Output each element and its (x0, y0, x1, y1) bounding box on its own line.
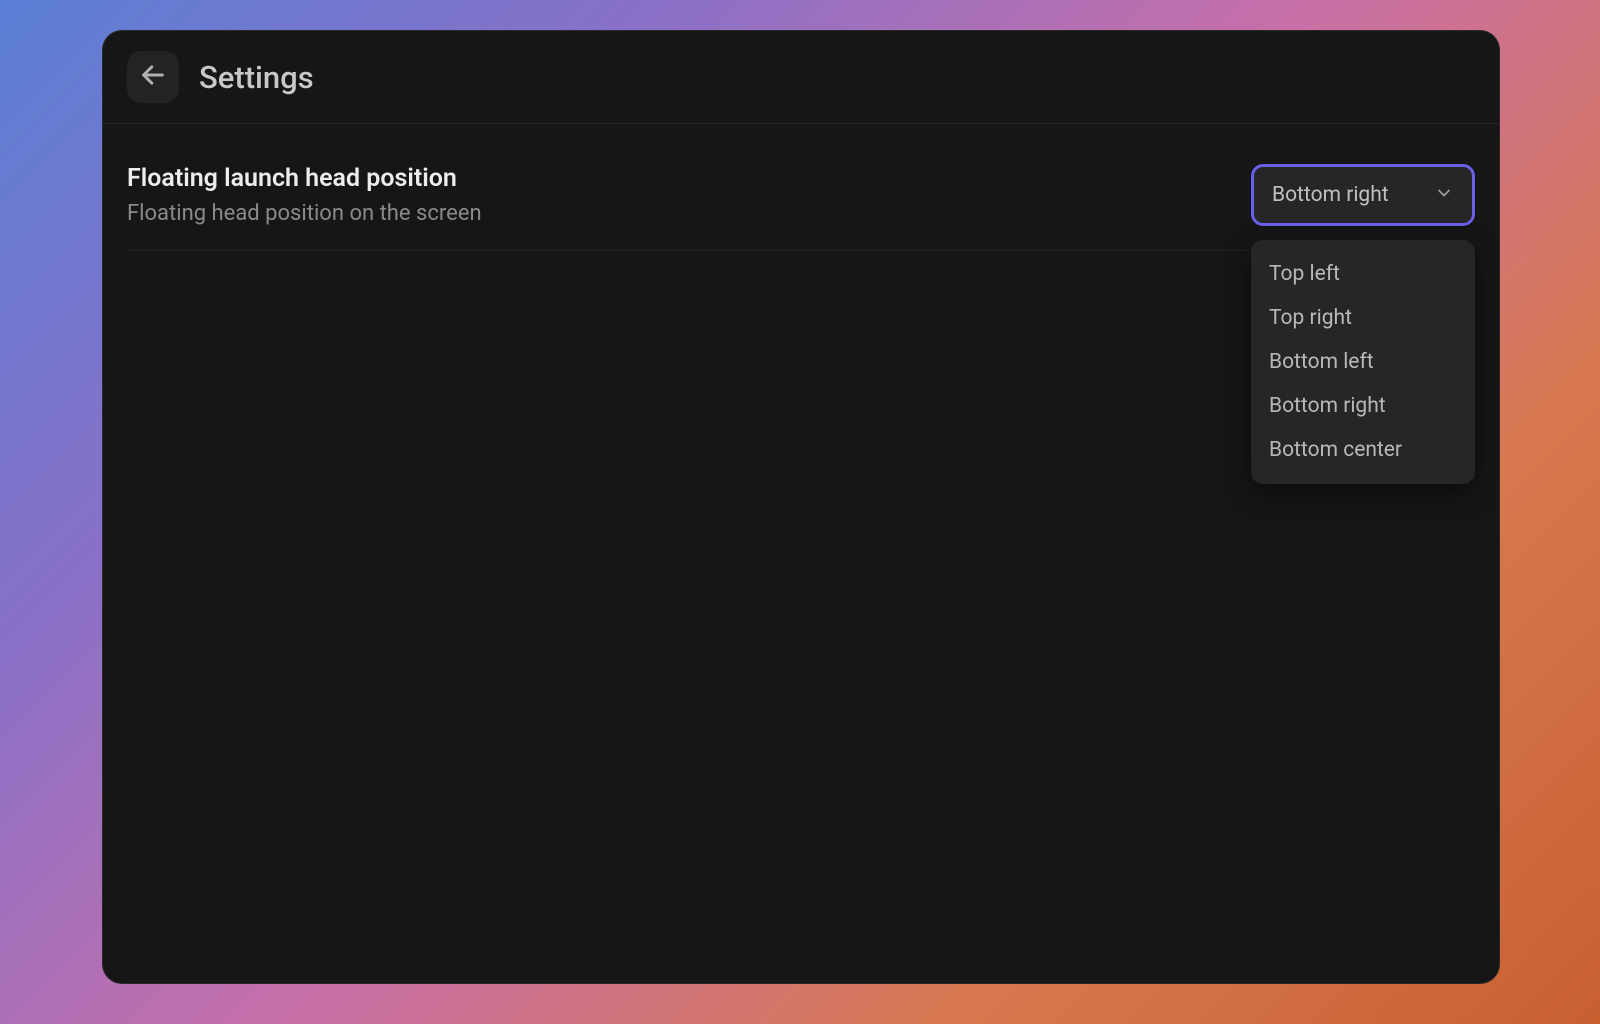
dropdown-option-top-left[interactable]: Top left (1251, 252, 1475, 296)
dropdown-option-top-right[interactable]: Top right (1251, 296, 1475, 340)
setting-row-position: Floating launch head position Floating h… (127, 142, 1475, 251)
content-area: Floating launch head position Floating h… (103, 124, 1499, 269)
arrow-left-icon (139, 61, 167, 93)
dropdown-wrapper: Bottom right Top left Top right Bottom l… (1251, 164, 1475, 226)
position-dropdown[interactable]: Bottom right (1251, 164, 1475, 226)
page-title: Settings (199, 59, 314, 96)
setting-info: Floating launch head position Floating h… (127, 164, 1251, 226)
window-header: Settings (103, 31, 1499, 124)
dropdown-menu: Top left Top right Bottom left Bottom ri… (1251, 240, 1475, 484)
chevron-down-icon (1434, 183, 1454, 207)
setting-title: Floating launch head position (127, 164, 1251, 193)
back-button[interactable] (127, 51, 179, 103)
dropdown-option-bottom-right[interactable]: Bottom right (1251, 384, 1475, 428)
dropdown-selected-value: Bottom right (1272, 183, 1389, 207)
dropdown-option-bottom-center[interactable]: Bottom center (1251, 428, 1475, 472)
setting-description: Floating head position on the screen (127, 201, 1251, 226)
dropdown-option-bottom-left[interactable]: Bottom left (1251, 340, 1475, 384)
settings-window: Settings Floating launch head position F… (102, 30, 1500, 984)
